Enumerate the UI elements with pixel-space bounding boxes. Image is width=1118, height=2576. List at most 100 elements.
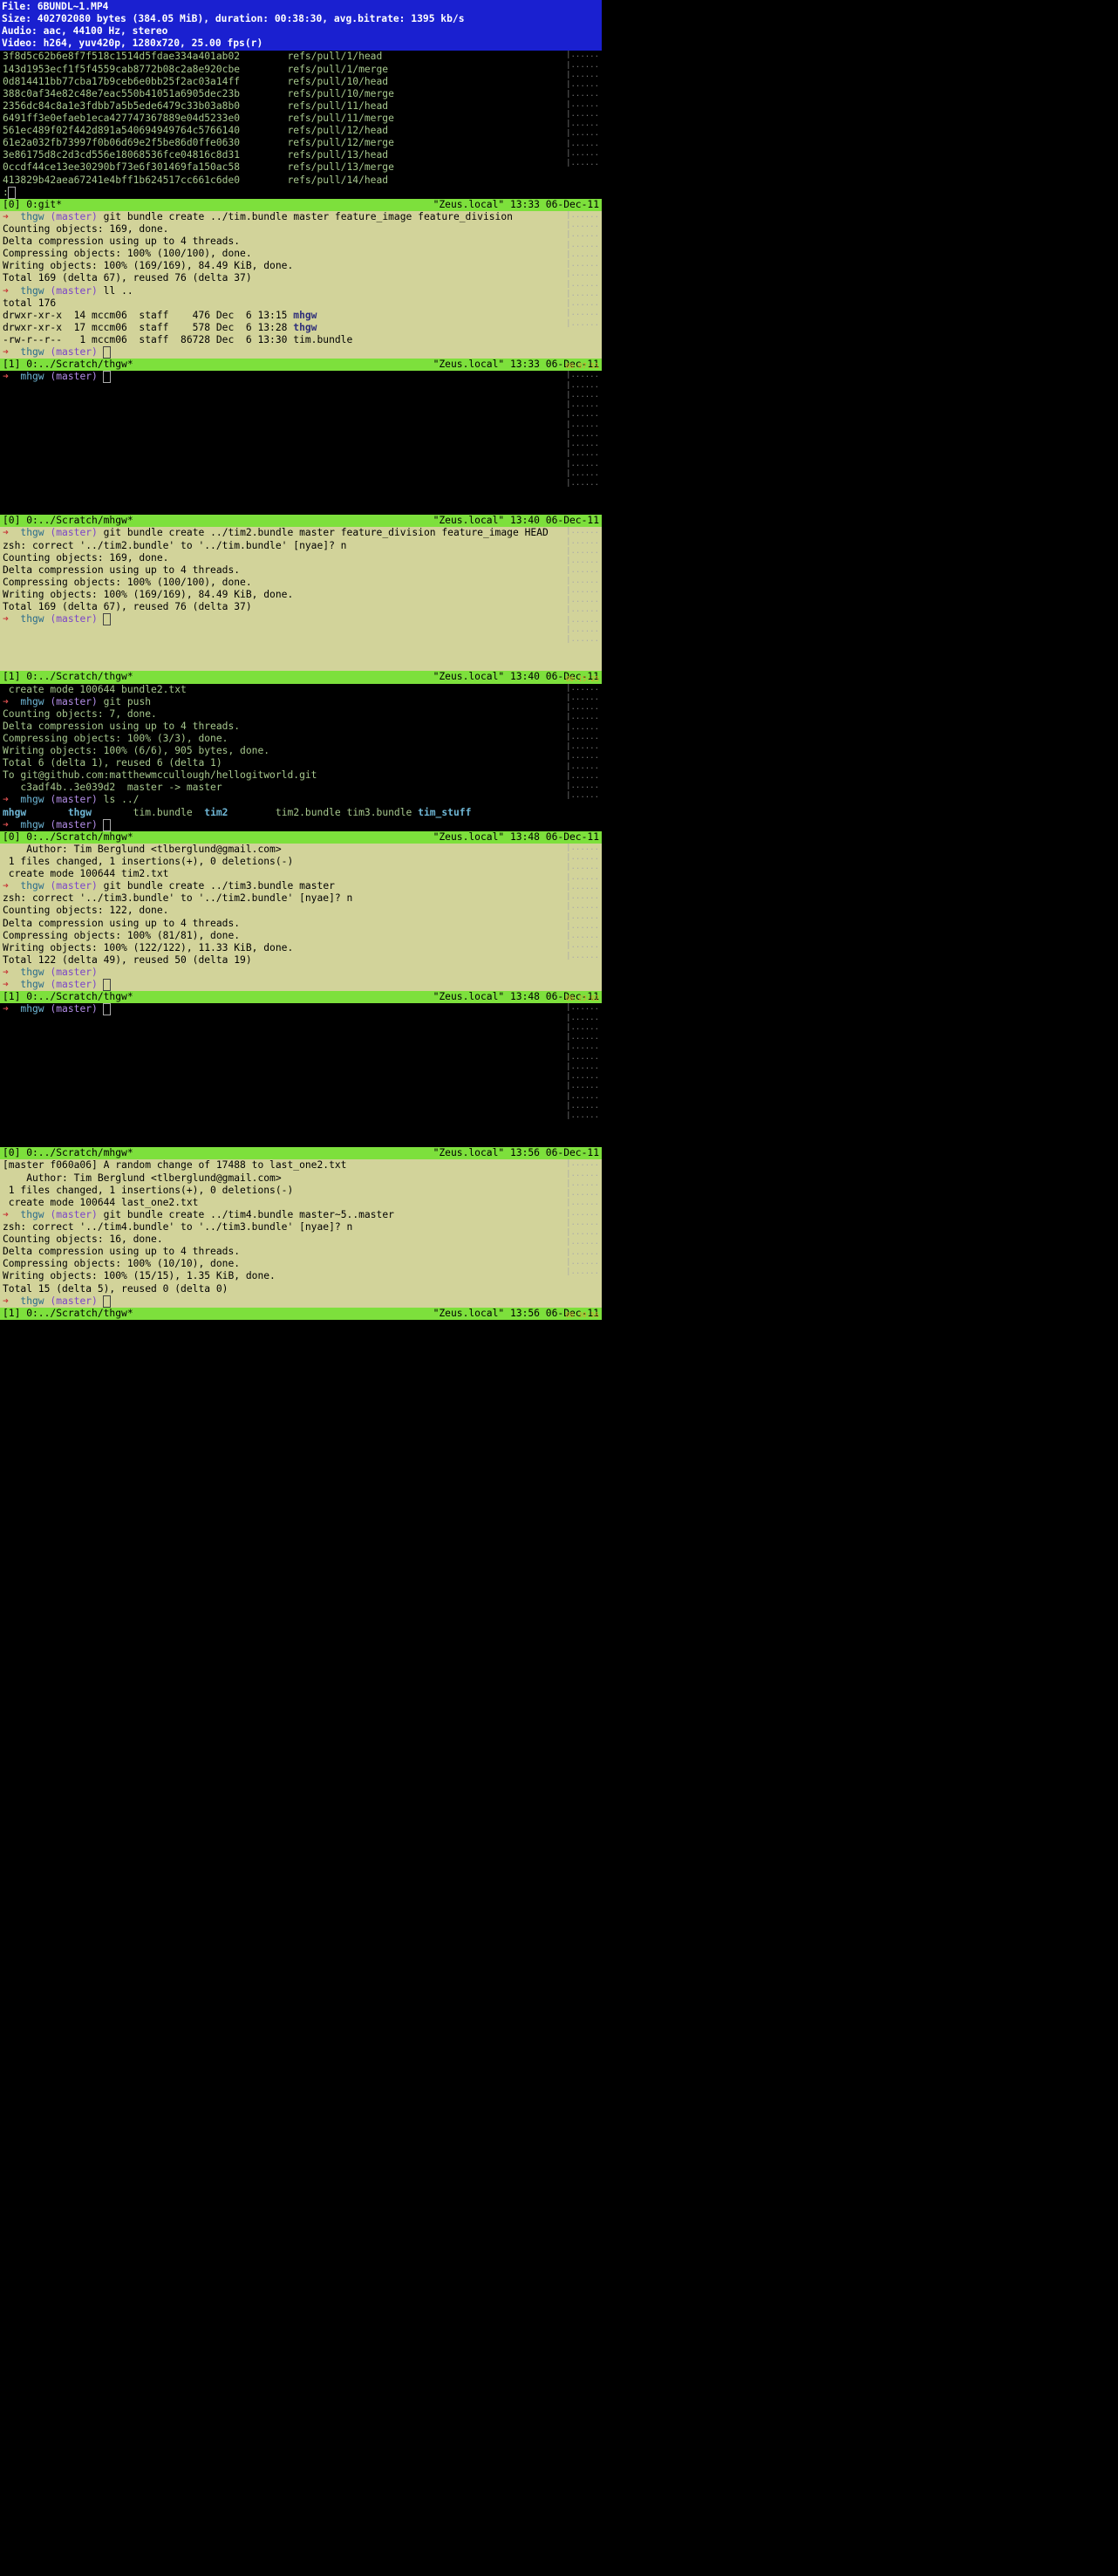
output-line: Delta compression using up to 4 threads. [3, 564, 599, 577]
terminal-pane[interactable]: |......|......|......|......|......|....… [0, 1003, 602, 1147]
output-line: Total 169 (delta 67), reused 76 (delta 3… [3, 601, 599, 613]
output-line: Author: Tim Berglund <tlberglund@gmail.c… [3, 844, 599, 856]
cwd: thgw [20, 880, 44, 892]
cursor [104, 820, 110, 830]
output-line: Compressing objects: 100% (3/3), done. [3, 733, 599, 745]
status-left: [1] 0:../Scratch/thgw* [3, 671, 133, 683]
screenshot-root: File: 6BUNDL~1.MP4 Size: 402702080 bytes… [0, 0, 602, 1320]
header-line: File: 6BUNDL~1.MP4 [2, 1, 600, 13]
output-line: Total 122 (delta 49), reused 50 (delta 1… [3, 954, 599, 967]
git-branch: (master) [50, 285, 97, 297]
ref-line: 3f8d5c62b6e8f7f518c1514d5fdae334a401ab02… [3, 51, 599, 63]
output-line: Total 15 (delta 5), reused 0 (delta 0) [3, 1283, 599, 1295]
video-timestamp: 00:23:02 [565, 994, 599, 1003]
ls-line: total 176 [3, 297, 599, 310]
terminal-pane[interactable]: |......|......|......|......|......|....… [0, 684, 602, 831]
cwd: mhgw [20, 696, 44, 707]
status-left: [1] 0:../Scratch/thgw* [3, 991, 133, 1003]
prompt-arrow-icon: ➜ [3, 979, 20, 990]
ref-line: 0d814411bb77cba17b9ceb6e0bb25f2ac03a14ff… [3, 76, 599, 88]
terminal-pane[interactable]: |......|......|......|......|......|....… [0, 844, 602, 991]
output-line: Compressing objects: 100% (100/100), don… [3, 248, 599, 260]
ref-line: 3e86175d8c2d3cd556e18068536fce04816c8d31… [3, 149, 599, 161]
output-line: 1 files changed, 1 insertions(+), 0 dele… [3, 1185, 599, 1197]
command-text: ll .. [104, 285, 133, 297]
activity-dots: |......|......|......|......|......|....… [566, 527, 599, 645]
activity-dots: |......|......|......|......|......|....… [566, 371, 599, 489]
cwd: mhgw [20, 819, 44, 830]
cursor [104, 347, 110, 358]
ref-line: 2356dc84c8a1e3fdbb7a5b5ede6479c33b03a8b0… [3, 100, 599, 113]
output-line: Delta compression using up to 4 threads. [3, 1246, 599, 1258]
git-branch: (master) [50, 819, 97, 830]
output-line: zsh: correct '../tim3.bundle' to '../tim… [3, 892, 599, 905]
video-timestamp: 00:30:56 [565, 1311, 599, 1320]
output-line: Counting objects: 7, done. [3, 708, 599, 721]
output-line: Delta compression using up to 4 threads. [3, 721, 599, 733]
tmux-status-bar: [1] 0:../Scratch/thgw*"Zeus.local" 13:48… [0, 991, 602, 1003]
output-line: Counting objects: 122, done. [3, 905, 599, 917]
prompt-arrow-icon: ➜ [3, 1295, 20, 1307]
output-line: Compressing objects: 100% (81/81), done. [3, 930, 599, 942]
status-right: "Zeus.local" 13:48 06-Dec-11 [433, 831, 599, 844]
tmux-status-bar: [1] 0:../Scratch/thgw*"Zeus.local" 13:33… [0, 359, 602, 371]
tmux-status-bar: [1] 0:../Scratch/thgw*"Zeus.local" 13:40… [0, 671, 602, 683]
git-branch: (master) [50, 1209, 97, 1220]
prompt-arrow-icon: ➜ [3, 696, 20, 707]
output-line: Writing objects: 100% (169/169), 84.49 K… [3, 260, 599, 272]
git-branch: (master) [50, 880, 97, 892]
terminal-pane[interactable]: |......|......|......|......|......|....… [0, 51, 602, 198]
cwd: thgw [20, 1295, 44, 1307]
prompt-arrow-icon: ➜ [3, 613, 20, 625]
output-line: Counting objects: 169, done. [3, 223, 599, 236]
git-branch: (master) [50, 1003, 97, 1015]
output-line: To git@github.com:matthewmccullough/hell… [3, 769, 599, 782]
output-line: [master f060a06] A random change of 1748… [3, 1159, 599, 1172]
git-branch: (master) [50, 211, 97, 222]
terminal-pane[interactable]: |......|......|......|......|......|....… [0, 211, 602, 359]
status-right: "Zeus.local" 13:40 06-Dec-11 [433, 515, 599, 527]
output-line: Compressing objects: 100% (100/100), don… [3, 577, 599, 589]
cwd: mhgw [20, 794, 44, 805]
status-left: [0] 0:../Scratch/mhgw* [3, 1147, 133, 1159]
git-branch: (master) [50, 979, 97, 990]
output-line: zsh: correct '../tim4.bundle' to '../tim… [3, 1221, 599, 1233]
tmux-status-bar: [0] 0:git*"Zeus.local" 13:33 06-Dec-11 [0, 199, 602, 211]
command-text: ls ../ [104, 794, 140, 805]
git-branch: (master) [50, 613, 97, 625]
ref-line: 561ec489f02f442d891a540694949764c5766140… [3, 125, 599, 137]
output-line: c3adf4b..3e039d2 master -> master [3, 782, 599, 794]
output-line: create mode 100644 tim2.txt [3, 868, 599, 880]
output-line: zsh: correct '../tim2.bundle' to '../tim… [3, 540, 599, 552]
git-branch: (master) [50, 967, 97, 978]
prompt-arrow-icon: ➜ [3, 1209, 20, 1220]
git-branch: (master) [50, 527, 97, 538]
cwd: thgw [20, 613, 44, 625]
output-line: Delta compression using up to 4 threads. [3, 918, 599, 930]
cwd: thgw [20, 967, 44, 978]
terminal-pane[interactable]: |......|......|......|......|......|....… [0, 1159, 602, 1307]
prompt-arrow-icon: ➜ [3, 527, 20, 538]
git-branch: (master) [50, 1295, 97, 1307]
cwd: mhgw [20, 1003, 44, 1015]
activity-dots: |......|......|......|......|......|....… [566, 844, 599, 961]
terminal-pane[interactable]: |......|......|......|......|......|....… [0, 371, 602, 515]
tmux-status-bar: [0] 0:../Scratch/mhgw* "Zeus.local" 13:40… [0, 515, 602, 527]
git-branch: (master) [50, 696, 97, 707]
terminal-pane[interactable]: |......|......|......|......|......|....… [0, 527, 602, 671]
ls-output: mhgw thgw tim.bundle tim2 tim2.bundle ti… [3, 807, 599, 819]
status-left: [0] 0:../Scratch/mhgw* [3, 515, 133, 527]
ls-line: -rw-r--r-- 1 mccm06 staff 86728 Dec 6 13… [3, 334, 599, 346]
command-text: git bundle create ../tim4.bundle master~… [104, 1209, 394, 1220]
cursor [104, 1004, 110, 1015]
ref-line: 0ccdf44ce13ee30290bf73e6f301469fa150ac58… [3, 161, 599, 174]
output-line: create mode 100644 bundle2.txt [3, 684, 599, 696]
prompt-cursor[interactable]: : [3, 187, 9, 198]
activity-dots: |......|......|......|......|......|....… [566, 211, 599, 329]
header-line: Video: h264, yuv420p, 1280x720, 25.00 fp… [2, 38, 600, 50]
status-left: [0] 0:../Scratch/mhgw* [3, 831, 133, 844]
ref-line: 6491ff3e0efaeb1eca427747367889e04d5233e0… [3, 113, 599, 125]
header-line: Audio: aac, 44100 Hz, stereo [2, 25, 600, 38]
prompt-arrow-icon: ➜ [3, 967, 20, 978]
cwd: thgw [20, 1209, 44, 1220]
